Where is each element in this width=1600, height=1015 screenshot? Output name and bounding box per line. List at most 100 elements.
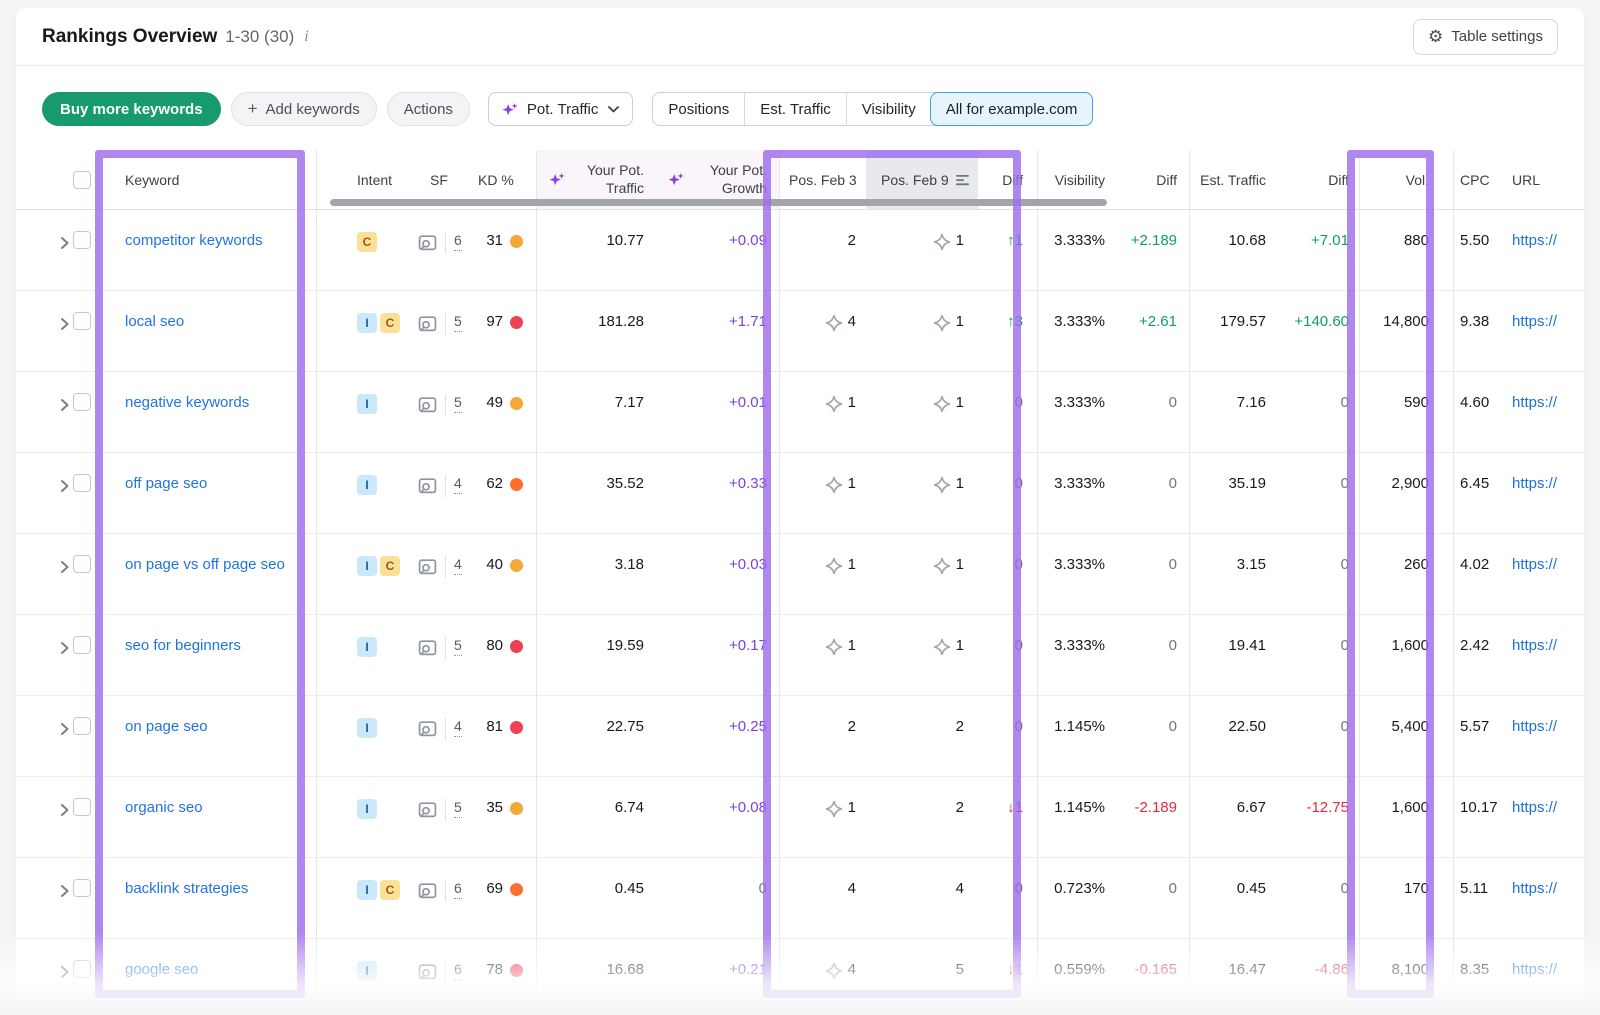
keyword-link[interactable]: competitor keywords [125, 232, 263, 249]
sf-count[interactable]: 5 [454, 313, 462, 332]
url-link[interactable]: https:// [1512, 475, 1557, 492]
serp-feature-icon [933, 557, 951, 575]
intent-badges: IC [316, 534, 416, 614]
row-expander[interactable] [33, 858, 73, 938]
visibility-value: 0.723% [1037, 858, 1119, 938]
sf-count[interactable]: 6 [454, 232, 462, 251]
col-header-keyword[interactable]: Keyword [101, 150, 316, 209]
pot-traffic-dropdown[interactable]: Pot. Traffic [488, 92, 633, 126]
view-tab-0[interactable]: Positions [653, 93, 744, 125]
divider [445, 232, 446, 254]
keyword-link[interactable]: local seo [125, 313, 184, 330]
serp-preview-icon[interactable] [418, 962, 437, 981]
sf-count[interactable]: 6 [454, 880, 462, 899]
row-expander[interactable] [33, 291, 73, 371]
keyword-link[interactable]: seo for beginners [125, 637, 241, 654]
keyword-link[interactable]: google seo [125, 961, 198, 978]
row-checkbox[interactable] [73, 636, 91, 654]
kd-value: 31 [479, 232, 503, 249]
row-checkbox[interactable] [73, 555, 91, 573]
row-expander[interactable] [33, 534, 73, 614]
row-expander[interactable] [33, 615, 73, 695]
row-expander[interactable] [33, 210, 73, 290]
sf-count[interactable]: 5 [454, 394, 462, 413]
url-link[interactable]: https:// [1512, 394, 1557, 411]
pos-feb3-value: 2 [848, 232, 856, 249]
view-tab-3[interactable]: All for example.com [930, 92, 1094, 126]
sf-count[interactable]: 5 [454, 799, 462, 818]
keyword-link[interactable]: off page seo [125, 475, 207, 492]
table-row: local seo IC 5 97 181.28 +1.71 4 1 ↑3 3.… [16, 291, 1584, 372]
intent-badges: I [316, 372, 416, 452]
serp-preview-icon[interactable] [418, 233, 437, 252]
keyword-link[interactable]: organic seo [125, 799, 203, 816]
actions-button[interactable]: Actions [387, 92, 470, 126]
col-header-visibility-diff[interactable]: Diff [1119, 150, 1189, 209]
buy-more-keywords-button[interactable]: Buy more keywords [42, 92, 221, 126]
intent-badge-i: I [357, 475, 377, 495]
serp-preview-icon[interactable] [418, 557, 437, 576]
row-checkbox[interactable] [73, 960, 91, 978]
pot-traffic-value: 3.18 [536, 534, 656, 614]
row-expander[interactable] [33, 696, 73, 776]
url-link[interactable]: https:// [1512, 880, 1557, 897]
row-expander[interactable] [33, 372, 73, 452]
col-header-cpc[interactable]: CPC [1453, 150, 1508, 209]
serp-preview-icon[interactable] [418, 638, 437, 657]
keyword-link[interactable]: backlink strategies [125, 880, 248, 897]
pot-growth-value: +0.08 [656, 777, 779, 857]
row-checkbox[interactable] [73, 474, 91, 492]
visibility-diff-value: 0 [1119, 696, 1189, 776]
table-row: organic seo I 5 35 6.74 +0.08 1 2 ↓1 1.1… [16, 777, 1584, 858]
sf-count[interactable]: 4 [454, 556, 462, 575]
serp-preview-icon[interactable] [418, 395, 437, 414]
pot-traffic-value: 7.17 [536, 372, 656, 452]
col-header-pos-feb9-label: Pos. Feb 9 [881, 172, 949, 188]
url-link[interactable]: https:// [1512, 556, 1557, 573]
horizontal-scrollbar[interactable] [330, 199, 1107, 206]
serp-preview-icon[interactable] [418, 800, 437, 819]
serp-preview-icon[interactable] [418, 476, 437, 495]
url-link[interactable]: https:// [1512, 232, 1557, 249]
col-header-url[interactable]: URL [1508, 150, 1584, 209]
keyword-link[interactable]: negative keywords [125, 394, 249, 411]
url-link[interactable]: https:// [1512, 718, 1557, 735]
pot-growth-value: +0.17 [656, 615, 779, 695]
row-checkbox[interactable] [73, 798, 91, 816]
row-checkbox[interactable] [73, 231, 91, 249]
divider [445, 556, 446, 578]
table-settings-button[interactable]: ⚙ Table settings [1413, 19, 1558, 55]
view-tab-2[interactable]: Visibility [846, 93, 931, 125]
view-tab-1[interactable]: Est. Traffic [744, 93, 846, 125]
sf-count[interactable]: 6 [454, 961, 462, 980]
url-link[interactable]: https:// [1512, 961, 1557, 978]
info-icon[interactable]: i [304, 28, 308, 46]
row-expander[interactable] [33, 777, 73, 857]
keyword-link[interactable]: on page seo [125, 718, 208, 735]
add-keywords-button[interactable]: + Add keywords [231, 92, 377, 126]
keyword-link[interactable]: on page vs off page seo [125, 556, 285, 573]
row-checkbox[interactable] [73, 879, 91, 897]
col-header-est-traffic[interactable]: Est. Traffic [1189, 150, 1278, 209]
row-checkbox[interactable] [73, 312, 91, 330]
pot-traffic-value: 19.59 [536, 615, 656, 695]
url-link[interactable]: https:// [1512, 313, 1557, 330]
row-checkbox[interactable] [73, 717, 91, 735]
sf-count[interactable]: 4 [454, 718, 462, 737]
url-link[interactable]: https:// [1512, 799, 1557, 816]
serp-preview-icon[interactable] [418, 881, 437, 900]
serp-preview-icon[interactable] [418, 719, 437, 738]
rankings-overview-card: Rankings Overview 1-30 (30) i ⚙ Table se… [16, 8, 1584, 1015]
visibility-diff-value: 0 [1119, 615, 1189, 695]
col-header-vol[interactable]: Vol. [1359, 150, 1453, 209]
row-checkbox[interactable] [73, 393, 91, 411]
row-expander[interactable] [33, 453, 73, 533]
sf-count[interactable]: 4 [454, 475, 462, 494]
url-link[interactable]: https:// [1512, 637, 1557, 654]
results-range: 1-30 (30) [225, 27, 294, 47]
select-all-checkbox[interactable] [73, 171, 91, 189]
row-expander[interactable] [33, 939, 73, 1015]
serp-preview-icon[interactable] [418, 314, 437, 333]
col-header-est-traffic-diff[interactable]: Diff [1278, 150, 1359, 209]
sf-count[interactable]: 5 [454, 637, 462, 656]
